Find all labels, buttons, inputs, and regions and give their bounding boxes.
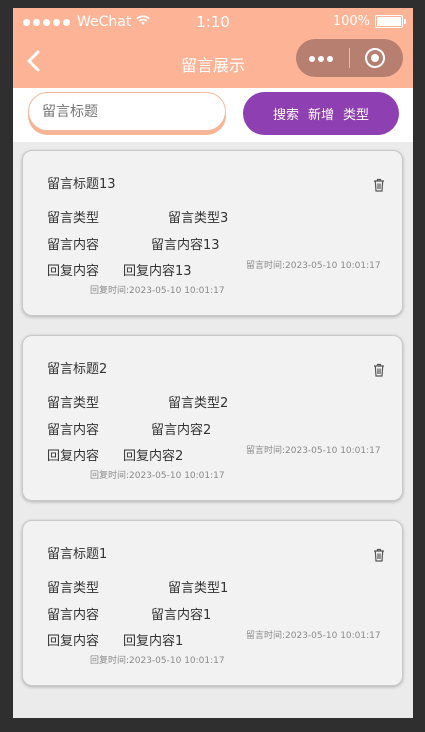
reply-label: 回复内容 xyxy=(47,449,100,464)
content-value: 留言内容1 xyxy=(151,608,212,623)
reply-time: 回复时间:2023-05-10 10:01:17 xyxy=(90,471,225,481)
content-value: 留言内容13 xyxy=(151,238,220,253)
reply-value: 回复内容13 xyxy=(123,264,192,279)
content-label: 留言内容 xyxy=(47,238,100,253)
search-input[interactable] xyxy=(28,92,226,131)
reply-time: 回复时间:2023-05-10 10:01:17 xyxy=(90,656,225,666)
battery-icon xyxy=(375,15,406,28)
status-bar: WeChat 1:10 100% xyxy=(13,8,413,36)
miniprogram-capsule xyxy=(296,39,403,77)
capsule-divider xyxy=(349,48,350,68)
content-label: 留言内容 xyxy=(47,423,100,438)
nav-bar: 留言展示 xyxy=(13,36,413,88)
reply-time: 回复时间:2023-05-10 10:01:17 xyxy=(90,286,225,296)
type-label: 留言类型 xyxy=(47,211,100,226)
message-title: 留言标题13 xyxy=(47,177,116,192)
message-time: 留言时间:2023-05-10 10:01:17 xyxy=(246,446,381,456)
type-value: 留言类型2 xyxy=(168,396,229,411)
more-icon[interactable] xyxy=(309,52,336,62)
type-button[interactable]: 类型 xyxy=(343,104,369,123)
message-card[interactable]: 留言标题2 留言类型 留言类型2 留言内容 留言内容2 回复内容 回复内容2 留… xyxy=(22,335,403,501)
message-time: 留言时间:2023-05-10 10:01:17 xyxy=(246,261,381,271)
add-button[interactable]: 新增 xyxy=(308,104,334,123)
type-value: 留言类型3 xyxy=(168,211,229,226)
action-buttons: 搜索 新增 类型 xyxy=(243,92,399,135)
phone-screen: WeChat 1:10 100% 留言展示 搜索 新增 类型 留 xyxy=(13,8,413,718)
message-time: 留言时间:2023-05-10 10:01:17 xyxy=(246,631,381,641)
trash-icon[interactable] xyxy=(373,177,385,192)
reply-value: 回复内容2 xyxy=(123,449,184,464)
reply-value: 回复内容1 xyxy=(123,634,184,649)
reply-label: 回复内容 xyxy=(47,264,100,279)
type-label: 留言类型 xyxy=(47,581,100,596)
content-value: 留言内容2 xyxy=(151,423,212,438)
trash-icon[interactable] xyxy=(373,362,385,377)
battery-indicator: 100% xyxy=(332,14,406,29)
search-bar: 搜索 新增 类型 xyxy=(13,88,413,142)
type-label: 留言类型 xyxy=(47,396,100,411)
reply-label: 回复内容 xyxy=(47,634,100,649)
trash-icon[interactable] xyxy=(373,547,385,562)
search-button[interactable]: 搜索 xyxy=(273,104,299,123)
message-card[interactable]: 留言标题1 留言类型 留言类型1 留言内容 留言内容1 回复内容 回复内容1 留… xyxy=(22,520,403,686)
message-card[interactable]: 留言标题13 留言类型 留言类型3 留言内容 留言内容13 回复内容 回复内容1… xyxy=(22,150,403,316)
content-label: 留言内容 xyxy=(47,608,100,623)
close-miniprogram-icon[interactable] xyxy=(365,48,385,68)
message-title: 留言标题2 xyxy=(47,362,108,377)
type-value: 留言类型1 xyxy=(168,581,229,596)
message-title: 留言标题1 xyxy=(47,547,108,562)
battery-percent: 100% xyxy=(332,14,370,29)
